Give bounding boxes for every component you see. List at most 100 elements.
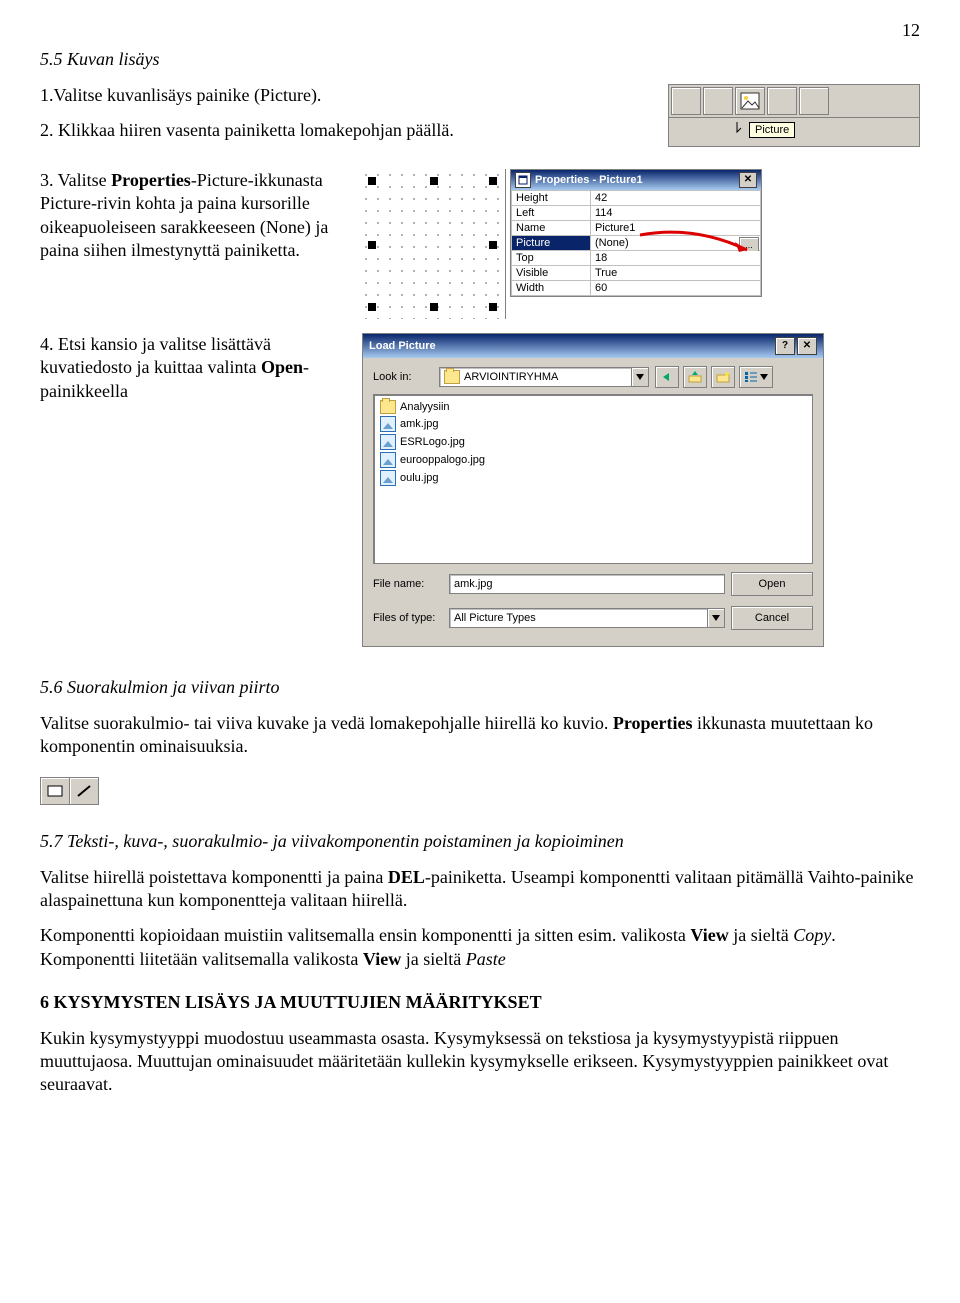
section-5-7-p3: Komponentti liitetään valitsemalla valik… — [40, 948, 920, 971]
dialog-titlebar[interactable]: Load Picture ? ✕ — [363, 334, 823, 358]
property-key: Height — [512, 190, 591, 205]
property-row-name[interactable]: NamePicture1 — [512, 220, 761, 235]
shape-toolbar — [40, 777, 99, 805]
property-key: Picture — [512, 235, 591, 250]
dialog-help-button[interactable]: ? — [775, 337, 795, 355]
file-item[interactable]: eurooppalogo.jpg — [378, 451, 808, 469]
file-item-label: oulu.jpg — [400, 472, 439, 484]
section-5-6-title: 5.6 Suorakulmion ja viivan piirto — [40, 677, 920, 698]
file-item-label: eurooppalogo.jpg — [400, 454, 485, 466]
toolbar-blank-2[interactable] — [703, 87, 733, 115]
property-value[interactable]: (None)... — [591, 235, 761, 250]
property-row-left[interactable]: Left114 — [512, 205, 761, 220]
lookin-combo[interactable]: ARVIOINTIRYHMA — [439, 367, 649, 387]
section-5-7-title: 5.7 Teksti-, kuva-, suorakulmio- ja viiv… — [40, 831, 920, 852]
lookin-value: ARVIOINTIRYHMA — [464, 371, 558, 383]
properties-title: Properties - Picture1 — [535, 174, 735, 186]
file-item[interactable]: ESRLogo.jpg — [378, 433, 808, 451]
property-value[interactable]: 114 — [591, 205, 761, 220]
filetype-dropdown-button[interactable] — [707, 609, 724, 627]
property-value[interactable]: 60 — [591, 280, 761, 295]
open-button[interactable]: Open — [731, 572, 813, 596]
step-4: 4. Etsi kansio ja valitse lisättävä kuva… — [40, 333, 350, 403]
property-key: Name — [512, 220, 591, 235]
new-folder-icon — [716, 371, 730, 383]
property-row-height[interactable]: Height42 — [512, 190, 761, 205]
filename-input[interactable]: amk.jpg — [449, 574, 725, 594]
file-item[interactable]: amk.jpg — [378, 415, 808, 433]
nav-back-button[interactable] — [655, 366, 679, 388]
toolbar-blank-4[interactable] — [799, 87, 829, 115]
help-icon: ? — [782, 340, 788, 351]
toolbar-thumbnail: Picture — [668, 84, 920, 147]
property-row-visible[interactable]: VisibleTrue — [512, 265, 761, 280]
section-5-5-title: 5.5 Kuvan lisäys — [40, 49, 920, 70]
file-item[interactable]: oulu.jpg — [378, 469, 808, 487]
section-5-6-body: Valitse suorakulmio- tai viiva kuvake ja… — [40, 712, 920, 759]
back-arrow-icon — [661, 371, 673, 383]
chevron-down-icon — [760, 374, 768, 380]
property-row-picture[interactable]: Picture(None)... — [512, 235, 761, 250]
selection-handles-preview — [360, 169, 506, 319]
image-file-icon — [380, 470, 396, 486]
property-row-width[interactable]: Width60 — [512, 280, 761, 295]
page-number: 12 — [40, 20, 920, 41]
cancel-button[interactable]: Cancel — [731, 606, 813, 630]
tooltip-arrow-icon — [733, 122, 745, 136]
folder-icon — [380, 400, 396, 414]
toolbar-blank-3[interactable] — [767, 87, 797, 115]
image-file-icon — [380, 452, 396, 468]
file-item-label: ESRLogo.jpg — [400, 436, 465, 448]
filename-label: File name: — [373, 578, 443, 590]
section-5-7-p2: Komponentti kopioidaan muistiin valitsem… — [40, 924, 920, 947]
property-key: Width — [512, 280, 591, 295]
picture-icon — [740, 92, 760, 110]
folder-up-icon — [688, 371, 702, 383]
property-key: Visible — [512, 265, 591, 280]
line-button[interactable] — [70, 778, 98, 804]
file-item-label: Analyysiin — [400, 401, 450, 413]
close-icon: ✕ — [744, 174, 752, 185]
property-value[interactable]: 18 — [591, 250, 761, 265]
nav-newfolder-button[interactable] — [711, 366, 735, 388]
heading-6: 6 KYSYMYSTEN LISÄYS JA MUUTTUJIEN MÄÄRIT… — [40, 991, 920, 1014]
properties-icon — [515, 172, 531, 188]
property-value[interactable]: True — [591, 265, 761, 280]
property-row-top[interactable]: Top18 — [512, 250, 761, 265]
picture-tooltip: Picture — [749, 122, 795, 138]
dialog-title: Load Picture — [369, 340, 773, 352]
lookin-label: Look in: — [373, 371, 433, 383]
nav-up-button[interactable] — [683, 366, 707, 388]
filetype-combo[interactable]: All Picture Types — [449, 608, 725, 628]
nav-viewmenu-button[interactable] — [739, 366, 773, 388]
property-key: Top — [512, 250, 591, 265]
section-5-7-p1: Valitse hiirellä poistettava komponentti… — [40, 866, 920, 913]
properties-window: Properties - Picture1 ✕ Height42Left114N… — [510, 169, 762, 297]
lookin-dropdown-button[interactable] — [631, 368, 648, 386]
file-list[interactable]: Analyysiin amk.jpg ESRLogo.jpg eurooppalogo… — [373, 394, 813, 564]
dialog-close-button[interactable]: ✕ — [797, 337, 817, 355]
load-picture-dialog: Load Picture ? ✕ Look in: ARVIOINTIRYHMA — [362, 333, 824, 647]
filetype-label: Files of type: — [373, 612, 443, 624]
file-item-label: amk.jpg — [400, 418, 439, 430]
image-file-icon — [380, 434, 396, 450]
line-icon — [76, 784, 92, 798]
rectangle-button[interactable] — [41, 778, 70, 804]
step-2: 2. Klikkaa hiiren vasenta painiketta lom… — [40, 119, 656, 142]
picture-button[interactable] — [735, 87, 765, 115]
file-item[interactable]: Analyysiin — [378, 399, 808, 415]
folder-icon — [444, 370, 460, 384]
properties-titlebar[interactable]: Properties - Picture1 ✕ — [511, 170, 761, 190]
step-3: 3. Valitse Properties-Picture-ikkunasta … — [40, 169, 350, 263]
rectangle-icon — [47, 785, 63, 797]
section-6-body: Kukin kysymystyyppi muodostuu useammasta… — [40, 1027, 920, 1097]
chevron-down-icon — [712, 615, 720, 621]
list-view-icon — [744, 371, 758, 383]
toolbar-blank-1[interactable] — [671, 87, 701, 115]
image-file-icon — [380, 416, 396, 432]
properties-close-button[interactable]: ✕ — [739, 172, 757, 188]
step-1: 1.Valitse kuvanlisäys painike (Picture). — [40, 84, 656, 107]
close-icon: ✕ — [803, 340, 811, 351]
property-value[interactable]: 42 — [591, 190, 761, 205]
property-value[interactable]: Picture1 — [591, 220, 761, 235]
